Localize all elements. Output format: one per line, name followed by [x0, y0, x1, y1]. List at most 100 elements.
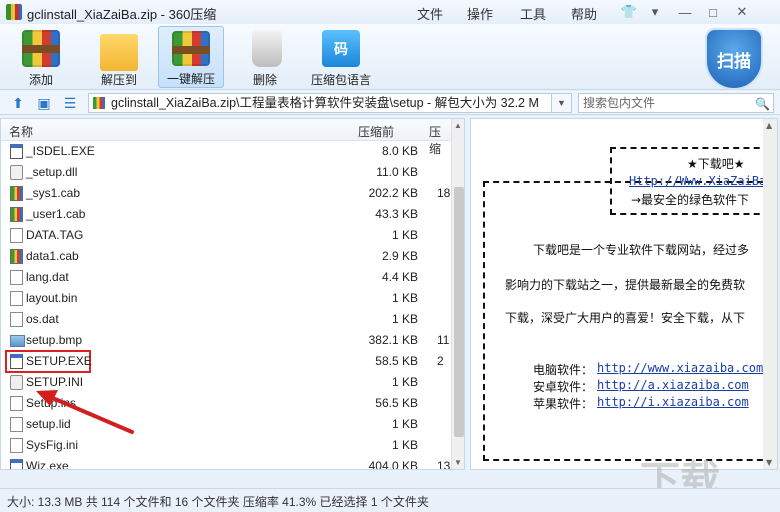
delete-button[interactable]: 删除 — [240, 26, 290, 88]
exe-file-icon — [10, 144, 23, 159]
extract-to-button[interactable]: 解压到 — [92, 26, 146, 88]
maximize-button[interactable]: □ — [704, 3, 722, 21]
delete-label: 删除 — [252, 73, 277, 87]
file-row[interactable]: Wiz.exe 404.0 KB 13 — [1, 456, 451, 470]
file-row[interactable]: _setup.dll 11.0 KB — [1, 162, 451, 183]
file-size: 43.3 KB — [375, 207, 418, 221]
menu-help[interactable]: 帮助 — [571, 4, 597, 23]
search-input[interactable]: 搜索包内文件 🔍 — [578, 93, 774, 113]
zip-icon — [93, 97, 105, 109]
title-bar: gclinstall_XiaZaiBa.zip - 360压缩 文件 操作 工具… — [0, 0, 780, 24]
file-row[interactable]: os.dat 1 KB — [1, 309, 451, 330]
list-view-icon[interactable]: ☰ — [62, 95, 78, 111]
preview-para-1: 下载吧是一个专业软件下载网站，经过多 — [533, 243, 750, 257]
preview-tagline: →最安全的绿色软件下 — [631, 193, 750, 207]
preview-link-2[interactable]: http://a.xiazaiba.com — [597, 378, 749, 392]
add-label: 添加 — [28, 73, 53, 87]
exe-file-icon — [10, 459, 23, 469]
preview-link-label-1: 电脑软件： — [533, 363, 594, 377]
preview-scrollbar[interactable]: ▲ ▼ — [763, 119, 777, 469]
extract-to-label: 解压到 — [100, 73, 137, 87]
minimize-button[interactable]: — — [676, 3, 694, 21]
preview-para-3: 下载，深受广大用户的喜爱！安全下载，从下 — [505, 311, 746, 325]
file-row[interactable]: _sys1.cab 202.2 KB 18 — [1, 183, 451, 204]
doc-file-icon — [10, 438, 23, 453]
file-name: data1.cab — [26, 249, 79, 263]
path-dropdown-button[interactable]: ▼ — [552, 93, 572, 113]
add-button[interactable]: 添加 — [14, 26, 68, 88]
file-packed: 11 — [437, 333, 450, 347]
file-name: lang.dat — [26, 270, 69, 284]
file-row[interactable]: data1.cab 2.9 KB — [1, 246, 451, 267]
file-size: 8.0 KB — [381, 144, 418, 158]
preview-para-2: 影响力的下载站之一，提供最新最全的免费软 — [505, 278, 746, 292]
path-text: gclinstall_XiaZaiBa.zip\工程量表格计算软件安装盘\set… — [111, 96, 539, 110]
column-size[interactable]: 压缩前 — [358, 123, 394, 140]
file-list-scrollbar[interactable]: ▲ ▼ — [451, 119, 464, 469]
file-list-header: 名称 压缩前 压缩 — [1, 119, 451, 156]
preview-link-label-2: 安卓软件： — [533, 380, 594, 394]
file-size: 404.0 KB — [368, 459, 418, 470]
file-row[interactable]: _ISDEL.EXE 8.0 KB — [1, 141, 451, 162]
file-row[interactable]: lang.dat 4.4 KB — [1, 267, 451, 288]
search-icon[interactable]: 🔍 — [755, 95, 770, 113]
gear-file-icon — [10, 375, 23, 390]
file-name: DATA.TAG — [26, 228, 84, 242]
file-row[interactable]: layout.bin 1 KB — [1, 288, 451, 309]
close-button[interactable]: ✕ — [733, 3, 751, 21]
scan-shield-button[interactable]: 扫描 — [705, 28, 763, 90]
menu-tools[interactable]: 工具 — [520, 4, 546, 23]
file-name: _ISDEL.EXE — [26, 144, 95, 158]
archive-language-button[interactable]: 码 压缩包语言 — [306, 26, 376, 88]
doc-file-icon — [10, 312, 23, 327]
file-name: Wiz.exe — [26, 459, 69, 470]
path-field[interactable]: gclinstall_XiaZaiBa.zip\工程量表格计算软件安装盘\set… — [88, 93, 552, 113]
status-bar: 大小: 13.3 MB 共 114 个文件和 16 个文件夹 压缩率 41.3%… — [0, 488, 780, 512]
gear-file-icon — [10, 165, 23, 180]
preview-link-1[interactable]: http://www.xiazaiba.com — [597, 361, 763, 375]
search-placeholder: 搜索包内文件 — [583, 96, 656, 110]
file-size: 1 KB — [391, 312, 418, 326]
app-icon — [6, 4, 22, 20]
preview-link-label-3: 苹果软件： — [533, 397, 594, 411]
cab-file-icon — [10, 186, 23, 201]
file-name: SETUP.EXE — [26, 354, 92, 368]
file-size: 1 KB — [391, 228, 418, 242]
skin-shirt-icon[interactable]: 👕 — [620, 3, 638, 21]
file-size: 4.4 KB — [381, 270, 418, 284]
menu-file[interactable]: 文件 — [417, 4, 443, 23]
file-packed: 2 — [437, 354, 444, 368]
scroll-thumb[interactable] — [454, 187, 464, 437]
bmp-file-icon — [10, 335, 25, 347]
scroll-up-icon[interactable]: ▲ — [454, 121, 462, 130]
preview-pane: ★下载吧★ Http://Www.XiaZaiBa →最安全的绿色软件下 下载吧… — [470, 118, 778, 470]
file-row[interactable]: _user1.cab 43.3 KB — [1, 204, 451, 225]
preview-link-3[interactable]: http://i.xiazaiba.com — [597, 395, 749, 409]
file-name: layout.bin — [26, 291, 78, 305]
cab-file-icon — [10, 207, 23, 222]
file-name: _sys1.cab — [26, 186, 81, 200]
file-size: 1 KB — [391, 417, 418, 431]
preview-scroll-up-icon[interactable]: ▲ — [766, 121, 772, 130]
red-arrow-icon — [36, 390, 134, 434]
settings-menu-icon[interactable]: ▾ — [646, 3, 664, 21]
file-row[interactable]: SETUP.EXE — [5, 350, 92, 373]
menu-operation[interactable]: 操作 — [467, 4, 493, 23]
file-size: 1 KB — [391, 375, 418, 389]
scroll-down-icon[interactable]: ▼ — [454, 458, 462, 467]
file-size: 382.1 KB — [368, 333, 418, 347]
file-row[interactable]: SysFig.ini 1 KB — [1, 435, 451, 456]
file-packed: 18 — [437, 186, 451, 200]
scan-label: 扫描 — [717, 51, 751, 71]
preview-scroll-down-icon[interactable]: ▼ — [766, 458, 772, 467]
column-name[interactable]: 名称 — [9, 123, 33, 140]
file-name: _setup.dll — [26, 165, 78, 179]
large-icon-view-icon[interactable]: ▣ — [36, 95, 52, 111]
file-row[interactable]: DATA.TAG 1 KB — [1, 225, 451, 246]
file-name: setup.bmp — [26, 333, 83, 347]
one-click-extract-button[interactable]: 一键解压 — [158, 26, 224, 88]
file-name: _user1.cab — [26, 207, 86, 221]
file-row[interactable]: setup.bmp 382.1 KB 11 — [1, 330, 451, 351]
up-arrow-icon[interactable]: ⬆ — [10, 95, 26, 111]
preview-url-line[interactable]: Http://Www.XiaZaiBa — [629, 174, 766, 188]
